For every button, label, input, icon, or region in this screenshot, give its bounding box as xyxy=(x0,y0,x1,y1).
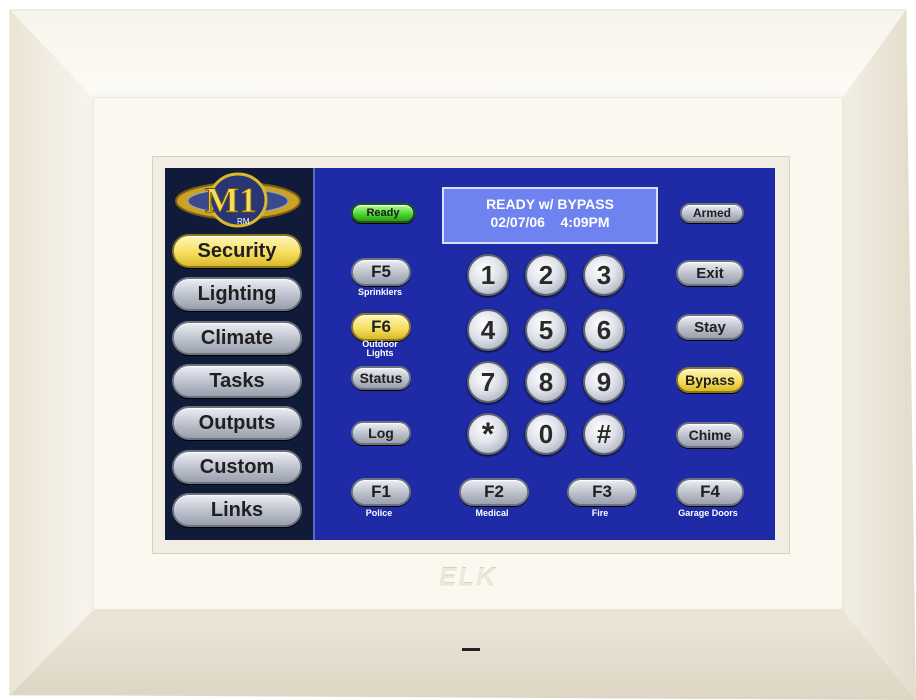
key-star[interactable]: * xyxy=(467,413,509,455)
key-6[interactable]: 6 xyxy=(583,309,625,351)
elk-bezel-logo: ELK xyxy=(439,562,497,592)
nav-tasks[interactable]: Tasks xyxy=(172,364,302,398)
status-button[interactable]: Status xyxy=(351,366,411,390)
nav-links[interactable]: Links xyxy=(172,493,302,527)
f6-caption-line2: Lights xyxy=(366,348,394,358)
stay-button[interactable]: Stay xyxy=(676,314,744,340)
f5-caption: Sprinklers xyxy=(357,287,403,297)
log-button[interactable]: Log xyxy=(351,421,411,445)
key-5[interactable]: 5 xyxy=(525,309,567,351)
status-display: READY w/ BYPASS 02/07/06 4:09PM xyxy=(442,187,658,244)
svg-text:RM: RM xyxy=(237,217,250,226)
f4-button[interactable]: F4 xyxy=(676,478,744,506)
key-3[interactable]: 3 xyxy=(583,254,625,296)
nav-lighting[interactable]: Lighting xyxy=(172,277,302,311)
f6-button[interactable]: F6 xyxy=(351,313,411,341)
f1-button[interactable]: F1 xyxy=(351,478,411,506)
armed-indicator: Armed xyxy=(680,203,744,223)
f2-button[interactable]: F2 xyxy=(459,478,529,506)
key-7[interactable]: 7 xyxy=(467,361,509,403)
f4-caption: Garage Doors xyxy=(678,508,738,518)
f3-caption: Fire xyxy=(591,508,609,518)
nav-outputs[interactable]: Outputs xyxy=(172,406,302,440)
key-1[interactable]: 1 xyxy=(467,254,509,296)
sidebar: M1 RM Security Lighting Climate Tasks Ou… xyxy=(165,168,315,540)
exit-button[interactable]: Exit xyxy=(676,260,744,286)
nav-security[interactable]: Security xyxy=(172,234,302,268)
display-line-1: READY w/ BYPASS xyxy=(486,196,614,212)
bezel-slot xyxy=(462,648,480,651)
chime-button[interactable]: Chime xyxy=(676,422,744,448)
m1-logo: M1 RM xyxy=(175,172,301,228)
f5-button[interactable]: F5 xyxy=(351,258,411,286)
key-hash[interactable]: # xyxy=(583,413,625,455)
f2-caption: Medical xyxy=(475,508,509,518)
f3-button[interactable]: F3 xyxy=(567,478,637,506)
key-2[interactable]: 2 xyxy=(525,254,567,296)
nav-custom[interactable]: Custom xyxy=(172,450,302,484)
svg-text:M1: M1 xyxy=(205,180,257,220)
ready-indicator: Ready xyxy=(351,203,415,223)
key-4[interactable]: 4 xyxy=(467,309,509,351)
key-8[interactable]: 8 xyxy=(525,361,567,403)
nav-climate[interactable]: Climate xyxy=(172,321,302,355)
display-line-2: 02/07/06 4:09PM xyxy=(490,214,610,230)
key-9[interactable]: 9 xyxy=(583,361,625,403)
key-0[interactable]: 0 xyxy=(525,413,567,455)
bypass-button[interactable]: Bypass xyxy=(676,367,744,393)
f1-caption: Police xyxy=(365,508,393,518)
touch-screen: M1 RM Security Lighting Climate Tasks Ou… xyxy=(165,168,775,540)
